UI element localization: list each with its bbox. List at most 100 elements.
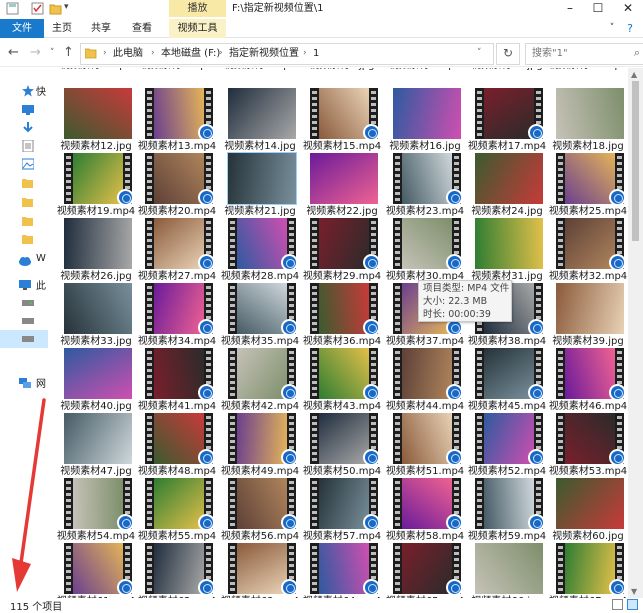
- video-file-item[interactable]: 视频素材61.mp4: [55, 539, 137, 598]
- video-file-item[interactable]: 视频素材32.mp4: [547, 214, 628, 282]
- image-file-item[interactable]: 视频素材39.jpg: [547, 279, 628, 347]
- video-file-item[interactable]: 视频素材62.mp4: [136, 539, 218, 598]
- video-file-item[interactable]: 视频素材45.mp4: [466, 344, 548, 412]
- video-file-item[interactable]: 视频素材54.mp4: [55, 474, 137, 542]
- image-file-item[interactable]: 视频素材31.jpg: [466, 214, 548, 282]
- video-file-item[interactable]: 视频素材25.mp4: [547, 149, 628, 217]
- nav-this-pc[interactable]: 此: [0, 276, 48, 294]
- search-box[interactable]: ⌕: [525, 43, 643, 65]
- nav-drive-1[interactable]: [0, 294, 48, 312]
- maximize-button[interactable]: ☐: [584, 0, 612, 17]
- video-file-item[interactable]: 视频素材13.mp4: [136, 84, 218, 152]
- scrollbar-thumb[interactable]: [632, 81, 639, 241]
- video-file-item[interactable]: 视频素材48.mp4: [136, 409, 218, 477]
- minimize-button[interactable]: –: [556, 0, 584, 17]
- search-input[interactable]: [526, 44, 634, 62]
- video-file-item[interactable]: 视频素材53.mp4: [547, 409, 628, 477]
- context-tab-play[interactable]: 播放: [169, 0, 226, 17]
- address-dropdown-icon[interactable]: ˅: [477, 44, 482, 63]
- address-bar[interactable]: › 此电脑 › 本地磁盘 (F:) › 指定新视频位置 › 1 ˅: [80, 43, 494, 65]
- nav-desktop[interactable]: [0, 101, 48, 119]
- nav-drive-2[interactable]: [0, 312, 48, 330]
- video-file-item[interactable]: 视频素材43.mp4: [301, 344, 383, 412]
- video-file-item[interactable]: 视频素材63.mp4: [219, 539, 301, 598]
- video-file-item[interactable]: 视频素材59.mp4: [466, 474, 548, 542]
- image-file-item[interactable]: 视频素材66.jpg: [466, 539, 548, 598]
- image-file-item[interactable]: 视频素材26.jpg: [55, 214, 137, 282]
- video-file-item[interactable]: 视频素材64.mp4: [301, 539, 383, 598]
- video-file-item[interactable]: 视频素材35.mp4: [219, 279, 301, 347]
- video-file-item[interactable]: 视频素材58.mp4: [384, 474, 466, 542]
- large-icons-view-icon[interactable]: [627, 599, 638, 610]
- details-view-icon[interactable]: [612, 599, 623, 610]
- tab-home[interactable]: 主页: [46, 19, 78, 38]
- image-file-item[interactable]: 视频素材18.jpg: [547, 84, 628, 152]
- video-file-item[interactable]: 视频素材36.mp4: [301, 279, 383, 347]
- video-file-item[interactable]: 视频素材44.mp4: [384, 344, 466, 412]
- nav-onedrive[interactable]: W: [0, 252, 48, 270]
- video-file-item[interactable]: 视频素材52.mp4: [466, 409, 548, 477]
- nav-folder-1[interactable]: [0, 174, 48, 192]
- breadcrumb-folder[interactable]: 指定新视频位置: [229, 44, 299, 63]
- image-file-item[interactable]: 视频素材47.jpg: [55, 409, 137, 477]
- up-icon[interactable]: ↑: [63, 45, 74, 60]
- nav-folder-4[interactable]: [0, 230, 48, 248]
- nav-drive-f[interactable]: [0, 330, 48, 348]
- save-icon[interactable]: [6, 2, 20, 15]
- video-file-item[interactable]: 视频素材30.mp4: [384, 214, 466, 282]
- video-file-item[interactable]: 视频素材67.mp4: [547, 539, 628, 598]
- video-file-item[interactable]: 视频素材19.mp4: [55, 149, 137, 217]
- nav-downloads[interactable]: [0, 119, 48, 137]
- help-icon[interactable]: ?: [622, 19, 638, 38]
- nav-folder-3[interactable]: [0, 212, 48, 230]
- ribbon-expand-icon[interactable]: ˅: [606, 19, 618, 38]
- back-icon[interactable]: ←: [8, 45, 19, 60]
- image-file-item[interactable]: 视频素材40.jpg: [55, 344, 137, 412]
- image-file-item[interactable]: 视频素材14.jpg: [219, 84, 301, 152]
- forward-icon[interactable]: →: [30, 45, 41, 60]
- video-file-item[interactable]: 视频素材56.mp4: [219, 474, 301, 542]
- image-file-item[interactable]: 视频素材22.jpg: [301, 149, 383, 217]
- image-file-item[interactable]: 视频素材60.jpg: [547, 474, 628, 542]
- video-file-item[interactable]: 视频素材65.mp4: [384, 539, 466, 598]
- video-file-item[interactable]: 视频素材57.mp4: [301, 474, 383, 542]
- video-file-item[interactable]: 视频素材49.mp4: [219, 409, 301, 477]
- video-file-item[interactable]: 视频素材46.mp4: [547, 344, 628, 412]
- refresh-button[interactable]: ↻: [496, 43, 520, 65]
- tab-video-tools[interactable]: 视频工具: [169, 19, 226, 38]
- file-grid[interactable]: 视频素材4.mp4视频素材5.mp4视频素材7.mp4视频素材8.jpg视频素材…: [48, 68, 628, 598]
- video-file-item[interactable]: 视频素材23.mp4: [384, 149, 466, 217]
- video-file-item[interactable]: 视频素材27.mp4: [136, 214, 218, 282]
- tab-file[interactable]: 文件: [0, 19, 44, 38]
- nav-pictures[interactable]: [0, 155, 48, 173]
- close-button[interactable]: ✕: [614, 0, 642, 17]
- video-file-item[interactable]: 视频素材15.mp4: [301, 84, 383, 152]
- new-folder-icon[interactable]: [49, 2, 63, 15]
- image-file-item[interactable]: 视频素材33.jpg: [55, 279, 137, 347]
- scroll-up-icon[interactable]: ▲: [631, 70, 637, 79]
- vertical-scrollbar[interactable]: ▲ ▼: [628, 68, 643, 598]
- image-file-item[interactable]: 视频素材16.jpg: [384, 84, 466, 152]
- nav-folder-2[interactable]: [0, 193, 48, 211]
- quick-access-dropdown-icon[interactable]: ▾: [64, 2, 78, 15]
- nav-documents[interactable]: [0, 137, 48, 155]
- video-file-item[interactable]: 视频素材41.mp4: [136, 344, 218, 412]
- video-file-item[interactable]: 视频素材20.mp4: [136, 149, 218, 217]
- video-file-item[interactable]: 视频素材17.mp4: [466, 84, 548, 152]
- properties-icon[interactable]: [31, 2, 45, 15]
- breadcrumb-this-pc[interactable]: 此电脑: [113, 44, 143, 63]
- recent-dropdown-icon[interactable]: ˅: [50, 48, 55, 58]
- breadcrumb-current[interactable]: 1: [313, 44, 319, 63]
- video-file-item[interactable]: 视频素材28.mp4: [219, 214, 301, 282]
- nav-quick-access[interactable]: 快: [0, 82, 48, 100]
- video-file-item[interactable]: 视频素材29.mp4: [301, 214, 383, 282]
- image-file-item[interactable]: 视频素材12.jpg: [55, 84, 137, 152]
- video-file-item[interactable]: 视频素材55.mp4: [136, 474, 218, 542]
- video-file-item[interactable]: 视频素材51.mp4: [384, 409, 466, 477]
- tab-share[interactable]: 共享: [85, 19, 117, 38]
- video-file-item[interactable]: 视频素材50.mp4: [301, 409, 383, 477]
- video-file-item[interactable]: 视频素材42.mp4: [219, 344, 301, 412]
- breadcrumb-drive-f[interactable]: 本地磁盘 (F:): [161, 44, 220, 63]
- search-icon[interactable]: ⌕: [634, 46, 640, 60]
- image-file-item[interactable]: 视频素材24.jpg: [466, 149, 548, 217]
